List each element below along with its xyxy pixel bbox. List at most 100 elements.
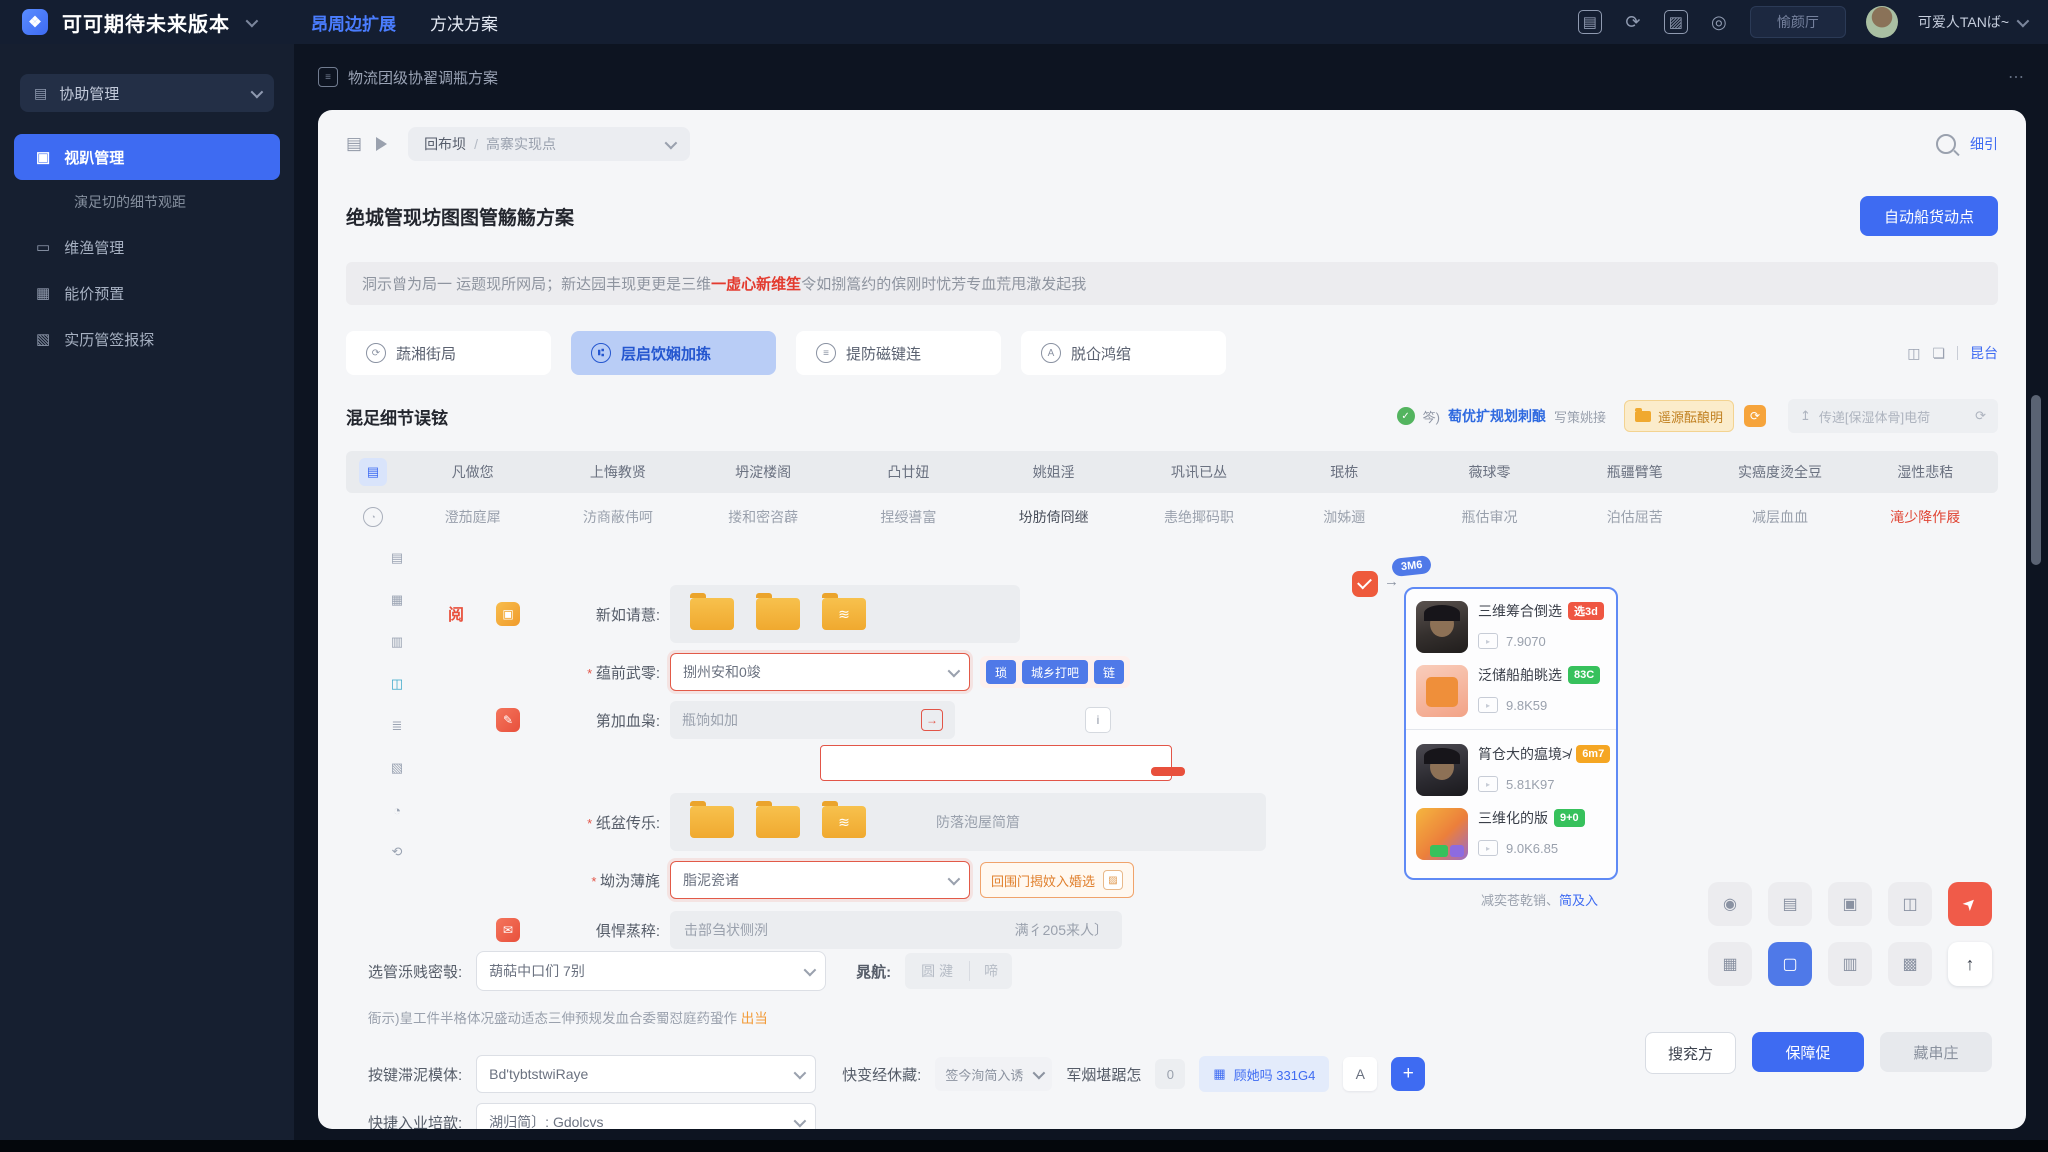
shortcut-select[interactable]: 湖归简〕: Gdolcvs: [476, 1103, 817, 1129]
workspace-select[interactable]: ▤ 协助管理: [20, 74, 274, 112]
row-status-icon[interactable]: ◔: [363, 507, 383, 528]
tab-street-layout[interactable]: ⟳ 蔬湘街局: [346, 331, 551, 376]
brand-chevron-down-icon[interactable]: [245, 14, 259, 27]
user-avatar[interactable]: [1865, 6, 1898, 38]
tag-pill[interactable]: 链: [1094, 660, 1125, 685]
comment-icon[interactable]: ❏: [1932, 345, 1945, 362]
front-mode-select[interactable]: 捌州安和0竣: [670, 653, 970, 692]
video-item[interactable]: 泛储船舶眺选 83C ▸ 9.8K59: [1416, 665, 1606, 718]
scan-icon[interactable]: ◎: [1708, 11, 1730, 33]
breadcrumb-chevron-down-icon[interactable]: [664, 136, 678, 149]
font-box[interactable]: A: [1343, 1057, 1378, 1092]
media-select[interactable]: Bd'tybtstwiRaye: [476, 1055, 817, 1094]
columns-icon[interactable]: ▧: [386, 757, 408, 779]
video-item[interactable]: 筲仓大的瘟境≯ 6m7 ▸ 5.81K97: [1416, 744, 1611, 797]
tabs-aux-link[interactable]: 昆台: [1970, 343, 1998, 363]
nav-item-solutions[interactable]: 方决方案: [430, 10, 498, 35]
quick-media-select[interactable]: 签今洵简入诱: [935, 1057, 1053, 1092]
hosting-select[interactable]: 葫萜中口们 7别: [476, 951, 827, 992]
primary-save-button[interactable]: 保障促: [1752, 1032, 1864, 1072]
toggle-option[interactable]: 啼: [970, 961, 1012, 981]
tab-price[interactable]: A 脱仚鸿绾: [1021, 331, 1226, 376]
folder-picker[interactable]: [670, 585, 1020, 644]
tab-key-connection[interactable]: ≡ 提防磁键连: [796, 331, 1001, 376]
grid-icon[interactable]: ▦: [386, 589, 408, 611]
nav-item-extensions[interactable]: 昂周边扩展: [311, 10, 396, 35]
folder-icon[interactable]: [690, 801, 734, 839]
search-input[interactable]: ↥ 传递[保湿体骨]电荷 ⟳: [1788, 399, 1998, 434]
sidebar-item-video-management[interactable]: ▣ 视趴管理: [14, 134, 280, 180]
notice-link[interactable]: 出当: [741, 1011, 768, 1026]
selected-checkbox[interactable]: [1352, 571, 1378, 598]
refresh-icon[interactable]: ⟳: [1622, 11, 1644, 33]
layout-icon[interactable]: ◫: [1888, 882, 1932, 926]
video-thumbnail[interactable]: [1416, 601, 1468, 654]
resource-tag[interactable]: 遥源酝酿明: [1623, 400, 1734, 433]
briefcase-icon[interactable]: ▦: [1708, 942, 1752, 986]
list-icon[interactable]: ▤: [346, 134, 362, 154]
protect-select[interactable]: 脂泥瓷诸: [670, 861, 970, 900]
mini-note-link[interactable]: 简及入: [1559, 893, 1598, 908]
add-button[interactable]: +: [1391, 1057, 1426, 1092]
folder-icon[interactable]: [690, 593, 734, 631]
sidebar-subitem-detail[interactable]: 演足切的细节观距: [14, 180, 280, 224]
toggle-option[interactable]: 圆 湕: [905, 961, 971, 982]
video-thumbnail[interactable]: [1416, 665, 1468, 718]
clock-icon[interactable]: ◔: [386, 799, 408, 821]
amount-input[interactable]: 瓶饷如加 →: [670, 701, 955, 740]
sidebar-item-channel-management[interactable]: ▭ 维渔管理: [14, 224, 280, 270]
table-icon[interactable]: ▩: [1888, 942, 1932, 986]
video-item[interactable]: 三维化的版 9+0 ▸ 9.0K6.85: [1416, 808, 1606, 861]
ruler-icon[interactable]: ▥: [1828, 942, 1872, 986]
undo-icon[interactable]: ⟲: [386, 841, 408, 863]
folder-icon[interactable]: [756, 801, 800, 839]
clipboard-icon[interactable]: ▣: [1828, 882, 1872, 926]
sidebar-item-reports[interactable]: ▧ 实历管签报探: [14, 316, 280, 362]
user-chevron-down-icon[interactable]: [2016, 14, 2030, 27]
counter-box[interactable]: 0: [1155, 1059, 1186, 1090]
page-tab-title[interactable]: 物流团级协翟调瓶方案: [348, 67, 498, 88]
grid-icon[interactable]: ◫: [1907, 345, 1920, 362]
tertiary-button[interactable]: 藏串庄: [1880, 1032, 1992, 1072]
section-blue-link[interactable]: 萄优扩规划刺酿: [1448, 406, 1546, 426]
message-input[interactable]: 击部刍状侧洌 满彳205来人〕: [670, 911, 1122, 950]
folder-zip-icon[interactable]: [822, 593, 866, 631]
tag-pill[interactable]: 琐: [986, 660, 1017, 685]
search-icon[interactable]: [1936, 134, 1956, 154]
secondary-button[interactable]: 搜兖方: [1644, 1032, 1736, 1074]
image-icon[interactable]: ▨: [1663, 10, 1688, 34]
scroll-top-button[interactable]: ↑: [1948, 942, 1992, 986]
calendar-icon[interactable]: ▤: [1768, 882, 1812, 926]
breadcrumb-root[interactable]: 回布坝: [424, 134, 466, 154]
copy-icon[interactable]: ◉: [1708, 882, 1752, 926]
layout-icon[interactable]: ▤: [386, 547, 408, 569]
refresh-icon[interactable]: ⟳: [1975, 408, 1986, 424]
hash-icon[interactable]: ◫: [386, 673, 408, 695]
auto-dispatch-button[interactable]: 自动船货动点: [1859, 196, 1998, 237]
rows-icon[interactable]: ≣: [386, 715, 408, 737]
breadcrumb[interactable]: 回布坝 / 高寨实现点: [408, 127, 691, 161]
more-icon[interactable]: ⋯: [2008, 67, 2026, 87]
video-item[interactable]: 三维筹合倒选 选3d ▸ 7.9070: [1416, 601, 1606, 654]
pin-button[interactable]: ➤: [1948, 882, 1992, 926]
wallet-icon[interactable]: ▤: [1577, 10, 1602, 34]
folder-icon[interactable]: [756, 593, 800, 631]
image-upload-tag[interactable]: 回围门揭妏入婚选 ▨: [980, 862, 1135, 899]
folder-picker[interactable]: 防落泡屋简篃: [670, 793, 1266, 852]
insert-icon[interactable]: →: [921, 709, 943, 732]
megaphone-icon[interactable]: [376, 137, 394, 151]
preview-button[interactable]: ▦ 顾她吗 331G4: [1199, 1056, 1330, 1093]
board-button[interactable]: ▢: [1768, 942, 1812, 986]
video-thumbnail[interactable]: [1416, 744, 1468, 797]
folder-zip-icon[interactable]: [822, 801, 866, 839]
sync-icon[interactable]: ⟳: [1744, 405, 1766, 428]
mode-toggle[interactable]: 圆 湕 啼: [905, 953, 1013, 990]
video-thumbnail[interactable]: [1416, 808, 1468, 861]
topbar-action-button[interactable]: 愉颜厅: [1749, 6, 1846, 38]
brand-logo-icon[interactable]: ❖: [22, 9, 48, 35]
toolbar-link[interactable]: 细引: [1970, 134, 1998, 154]
scrollbar-thumb[interactable]: [2031, 395, 2041, 565]
breadcrumb-current[interactable]: 高寨实现点: [486, 134, 556, 154]
tag-pill[interactable]: 城乡打吧: [1022, 660, 1089, 685]
panel-icon[interactable]: ▥: [386, 631, 408, 653]
